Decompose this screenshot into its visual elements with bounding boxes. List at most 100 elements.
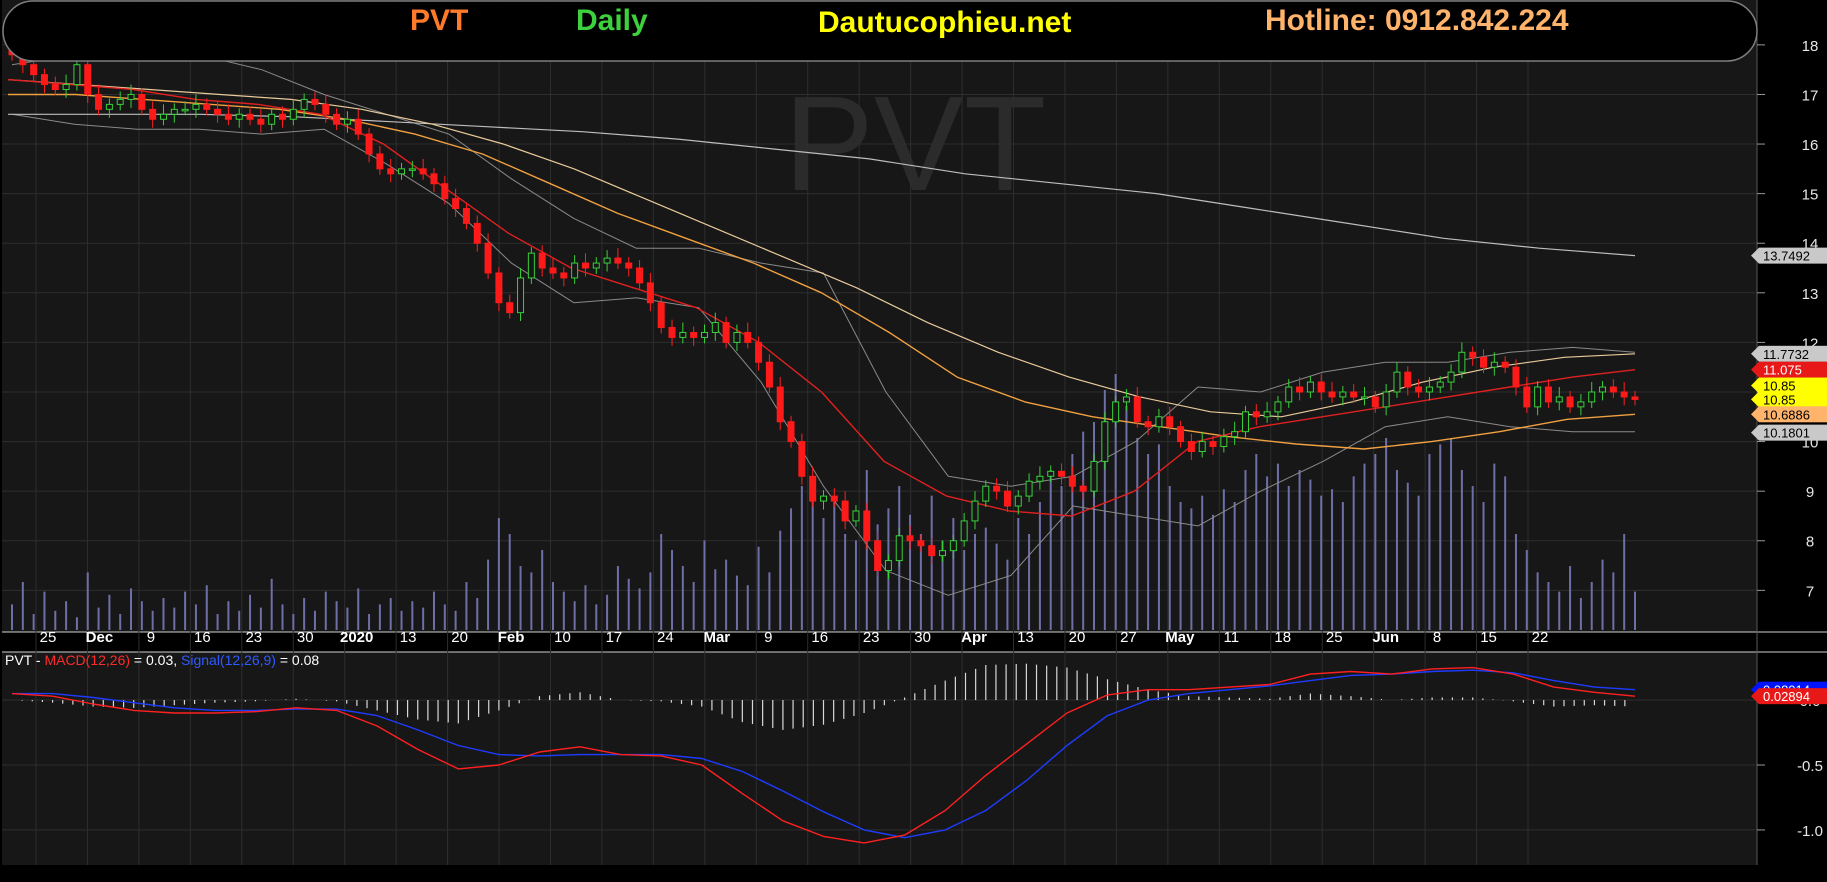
candle-body (1631, 396, 1639, 400)
candle-body (874, 540, 882, 571)
candle-body (1436, 381, 1444, 388)
candle-body (1577, 401, 1585, 408)
candle-body (462, 208, 470, 224)
candle-body (73, 64, 81, 86)
candle-body (1393, 371, 1401, 393)
candle-body (1512, 366, 1520, 388)
candle-body (928, 545, 936, 557)
candle-body (408, 168, 416, 171)
y-tick-label: 9 (1806, 484, 1814, 501)
candle-body (1523, 386, 1531, 408)
x-tick-label: 25 (1326, 629, 1343, 646)
candle-body (722, 322, 730, 343)
candle-body (484, 242, 492, 274)
candle-body (1566, 396, 1574, 408)
candle-body (1609, 386, 1617, 393)
x-tick-label: 20 (451, 629, 468, 646)
x-tick-label: 30 (297, 629, 314, 646)
price-tag-label: 11.075 (1763, 363, 1802, 378)
candle-body (441, 183, 449, 200)
candle-body (581, 262, 589, 269)
candle-body (917, 540, 925, 547)
candle-body (1133, 396, 1141, 423)
candle-body (1252, 411, 1260, 418)
price-tag: 13.7492 (1751, 247, 1827, 264)
candle-body (1122, 396, 1130, 403)
candle-body (960, 520, 968, 542)
candle-body (1285, 386, 1293, 403)
y-tick-label: 8 (1806, 534, 1814, 551)
candle-body (1447, 371, 1455, 383)
price-tag-label: 13.7492 (1763, 249, 1810, 264)
candle-body (333, 113, 341, 125)
candle-body (939, 550, 947, 557)
candle-body (895, 535, 903, 562)
candle-body (787, 421, 795, 443)
header-period: Daily (576, 4, 648, 37)
candle-body (387, 168, 395, 175)
x-tick-label: Jun (1372, 629, 1399, 646)
price-tag-label: 10.85 (1763, 379, 1796, 394)
x-tick-label: 2020 (340, 629, 373, 646)
price-tag: 10.6886 (1751, 406, 1827, 423)
candle-body (592, 262, 600, 269)
candle-body (852, 510, 860, 522)
candle-body (1317, 381, 1325, 393)
candle-body (571, 262, 579, 279)
candle-body (765, 361, 773, 388)
y-tick-label: 18 (1802, 38, 1819, 55)
candle-body (1544, 386, 1552, 403)
candle-body (95, 93, 103, 110)
candle-body (289, 108, 297, 120)
price-tag-label: 10.85 (1763, 392, 1796, 407)
macd-legend-macd-value: = 0.03, (130, 652, 181, 668)
candle-body (1588, 391, 1596, 403)
x-tick-label: 13 (1017, 629, 1034, 646)
candle-body (603, 257, 611, 264)
macd-legend: PVT - MACD(12,26) = 0.03, Signal(12,26,9… (5, 652, 319, 668)
candle-body (203, 103, 211, 110)
candle-body (1047, 470, 1055, 477)
candle-body (906, 535, 914, 542)
candle-body (1599, 386, 1607, 393)
candle-body (159, 113, 167, 120)
candle-body (1274, 401, 1282, 413)
candle-body (690, 331, 698, 338)
candle-body (1068, 475, 1076, 487)
candle-body (1155, 416, 1163, 428)
candle-body (841, 500, 849, 522)
price-tag: 11.7732 (1751, 345, 1827, 362)
x-tick-label: Feb (498, 629, 525, 646)
x-tick-label: 13 (400, 629, 417, 646)
candle-body (1241, 411, 1249, 433)
candle-body (971, 500, 979, 522)
macd-y-tick-label: -0.5 (1797, 758, 1823, 775)
candle-body (614, 257, 622, 264)
candle-body (1209, 441, 1217, 448)
candle-body (1101, 421, 1109, 462)
candle-body (279, 113, 286, 120)
candle-body (863, 510, 871, 542)
macd-y-tick-label: -1.0 (1797, 823, 1823, 840)
macd-legend-sep: - (32, 652, 44, 668)
candle-body (668, 327, 676, 338)
candle-body (809, 475, 817, 502)
candle-body (1534, 386, 1542, 408)
candle-body (127, 93, 135, 100)
y-tick-label: 13 (1802, 286, 1819, 303)
candle-body (1458, 351, 1466, 373)
stock-chart: PVT 78910112131415161718-1.0-0.50.0 25De… (0, 0, 1827, 882)
x-tick-label: 8 (1433, 629, 1441, 646)
symbol-watermark: PVT (784, 68, 1047, 219)
x-tick-label: 20 (1069, 629, 1086, 646)
candle-body (527, 252, 535, 279)
candle-body (1469, 351, 1477, 358)
candle-body (949, 540, 957, 552)
candle-body (733, 331, 741, 343)
candle (527, 247, 535, 284)
price-tag: 10.1801 (1751, 424, 1827, 441)
candle-body (1620, 391, 1628, 398)
candle-body (1480, 356, 1488, 368)
x-tick-label: Mar (703, 629, 730, 646)
x-tick-label: 17 (606, 629, 623, 646)
